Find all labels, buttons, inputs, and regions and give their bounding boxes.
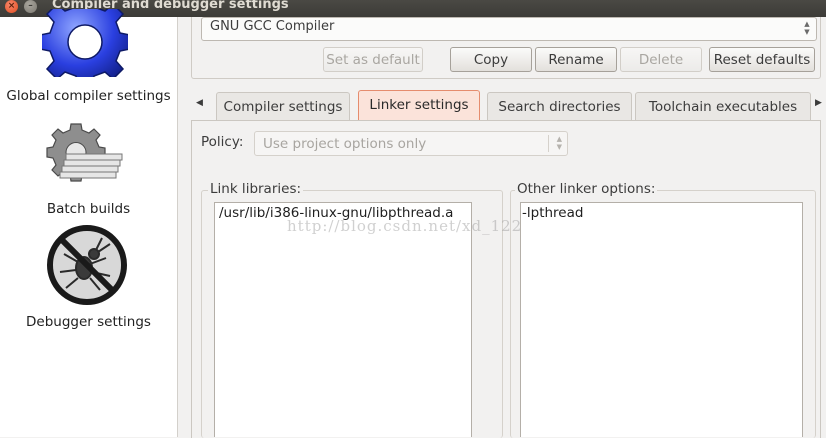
link-libraries-title: Link libraries: <box>208 181 304 197</box>
rename-button[interactable]: Rename <box>535 47 617 72</box>
sidebar-item-batch-builds[interactable]: Batch builds <box>0 117 177 222</box>
tab-search-directories[interactable]: Search directories <box>487 92 632 120</box>
compiler-select[interactable]: GNU GCC Compiler ▲ ▼ <box>201 17 817 41</box>
combo-separator <box>548 135 549 152</box>
tab-toolchain-executables[interactable]: Toolchain executables <box>635 92 811 120</box>
other-linker-options-title: Other linker options: <box>515 181 658 197</box>
settings-sidebar: Global compiler settings Batch builds De… <box>0 9 177 437</box>
other-linker-options-value: -lpthread <box>522 205 584 221</box>
updown-arrows-icon: ▲ ▼ <box>804 20 810 36</box>
copy-button[interactable]: Copy <box>450 47 532 72</box>
sidebar-item-label: Batch builds <box>46 201 131 217</box>
policy-select[interactable]: Use project options only ▲ ▼ <box>254 131 568 156</box>
sidebar-item-label: Debugger settings <box>26 314 151 330</box>
settings-tabs: ◀ Compiler settings Linker settings Sear… <box>191 90 826 120</box>
tab-scroll-left-icon[interactable]: ◀ <box>196 98 203 108</box>
delete-button[interactable]: Delete <box>620 47 702 72</box>
sidebar-item-label: Global compiler settings <box>6 88 171 104</box>
sidebar-item-global-compiler[interactable]: Global compiler settings <box>0 9 177 113</box>
reset-defaults-button[interactable]: Reset defaults <box>709 47 815 72</box>
tab-linker-settings[interactable]: Linker settings <box>358 90 480 120</box>
policy-select-value: Use project options only <box>263 136 427 152</box>
close-icon[interactable]: × <box>5 0 18 13</box>
no-bug-icon <box>47 225 127 305</box>
other-linker-options-field[interactable]: -lpthread <box>520 202 803 437</box>
sidebar-item-debugger[interactable]: Debugger settings <box>0 222 177 334</box>
gear-icon <box>42 9 128 77</box>
watermark: http://blog.csdn.net/xd_122 <box>287 217 523 235</box>
sidebar-divider <box>177 17 178 437</box>
tab-scroll-right-icon[interactable]: ▶ <box>815 98 822 108</box>
link-libraries-list[interactable]: /usr/lib/i386-linux-gnu/libpthread.a <box>214 202 472 437</box>
tab-compiler-settings[interactable]: Compiler settings <box>216 92 350 120</box>
minimize-icon[interactable]: – <box>24 0 37 13</box>
set-as-default-button[interactable]: Set as default <box>323 47 423 72</box>
batch-gear-icon <box>46 123 123 182</box>
policy-label: Policy: <box>201 134 244 150</box>
updown-arrows-icon: ▲ ▼ <box>556 135 562 151</box>
compiler-select-value: GNU GCC Compiler <box>210 19 335 34</box>
